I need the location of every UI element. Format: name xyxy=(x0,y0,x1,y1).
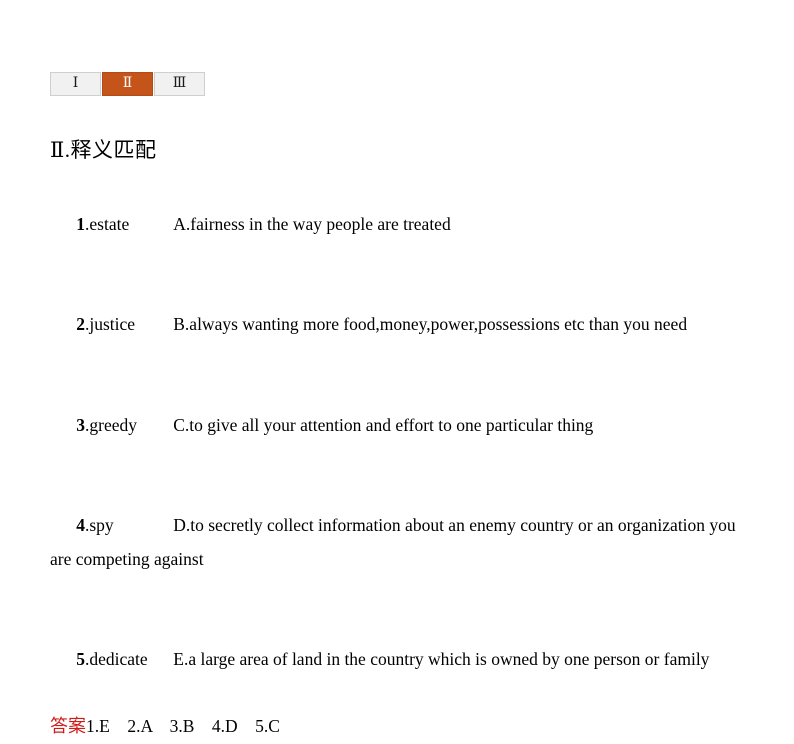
matching-item-word: spy xyxy=(89,515,114,535)
matching-item: 1.estate A.fairness in the way people are… xyxy=(50,174,750,275)
matching-item-number: 2 xyxy=(76,314,85,334)
matching-exercise-body: 1.estate A.fairness in the way people are… xyxy=(50,174,750,744)
tab-section-2[interactable]: Ⅱ xyxy=(102,72,153,96)
worksheet-page: Ⅰ Ⅱ Ⅲ Ⅱ.释义匹配 1.estate A.fairness in the w… xyxy=(0,0,794,736)
matching-item-number: 4 xyxy=(76,515,85,535)
matching-item-number: 1 xyxy=(76,213,85,234)
matching-item-word: greedy xyxy=(89,414,137,435)
section-heading: Ⅱ.释义匹配 xyxy=(50,138,157,162)
matching-item-definition: A.fairness in the way people are treated xyxy=(173,213,451,234)
matching-item-definition: E.a large area of land in the country wh… xyxy=(173,649,710,669)
matching-item-number: 5 xyxy=(76,649,85,669)
matching-item-word: dedicate xyxy=(89,649,148,669)
matching-item-definition: B.always wanting more food,money,power,p… xyxy=(173,314,688,334)
answer-key: 答案1.E 2.A 3.B 4.D 5.C xyxy=(50,710,750,744)
tab-section-2-label: Ⅱ xyxy=(122,76,133,91)
matching-item-term: 2.justice xyxy=(76,308,173,342)
matching-item-term: 1.estate xyxy=(76,208,173,242)
matching-item: 3.greedy C.to give all your attention and… xyxy=(50,375,750,476)
matching-item-number: 3 xyxy=(76,414,85,435)
matching-item-word: estate xyxy=(89,213,130,234)
matching-item-term: 5.dedicate xyxy=(76,643,173,677)
answer-key-values: 1.E 2.A 3.B 4.D 5.C xyxy=(86,716,280,736)
matching-item: 2.justice B.always wanting more food,mone… xyxy=(50,275,750,376)
matching-item: 4.spy D.to secretly collect information a… xyxy=(50,476,750,610)
tab-section-1[interactable]: Ⅰ xyxy=(50,72,101,96)
matching-item-term: 3.greedy xyxy=(76,409,173,443)
tab-section-3[interactable]: Ⅲ xyxy=(154,72,205,96)
matching-item-word: justice xyxy=(89,314,136,334)
answer-key-label: 答案 xyxy=(50,716,86,736)
section-tab-bar: Ⅰ Ⅱ Ⅲ xyxy=(50,72,205,96)
tab-section-1-label: Ⅰ xyxy=(72,76,79,91)
matching-item-definition: C.to give all your attention and effort … xyxy=(173,414,594,435)
matching-item-term: 4.spy xyxy=(76,509,173,543)
tab-section-3-label: Ⅲ xyxy=(172,76,187,91)
matching-item: 5.dedicate E.a large area of land in the … xyxy=(50,610,750,711)
